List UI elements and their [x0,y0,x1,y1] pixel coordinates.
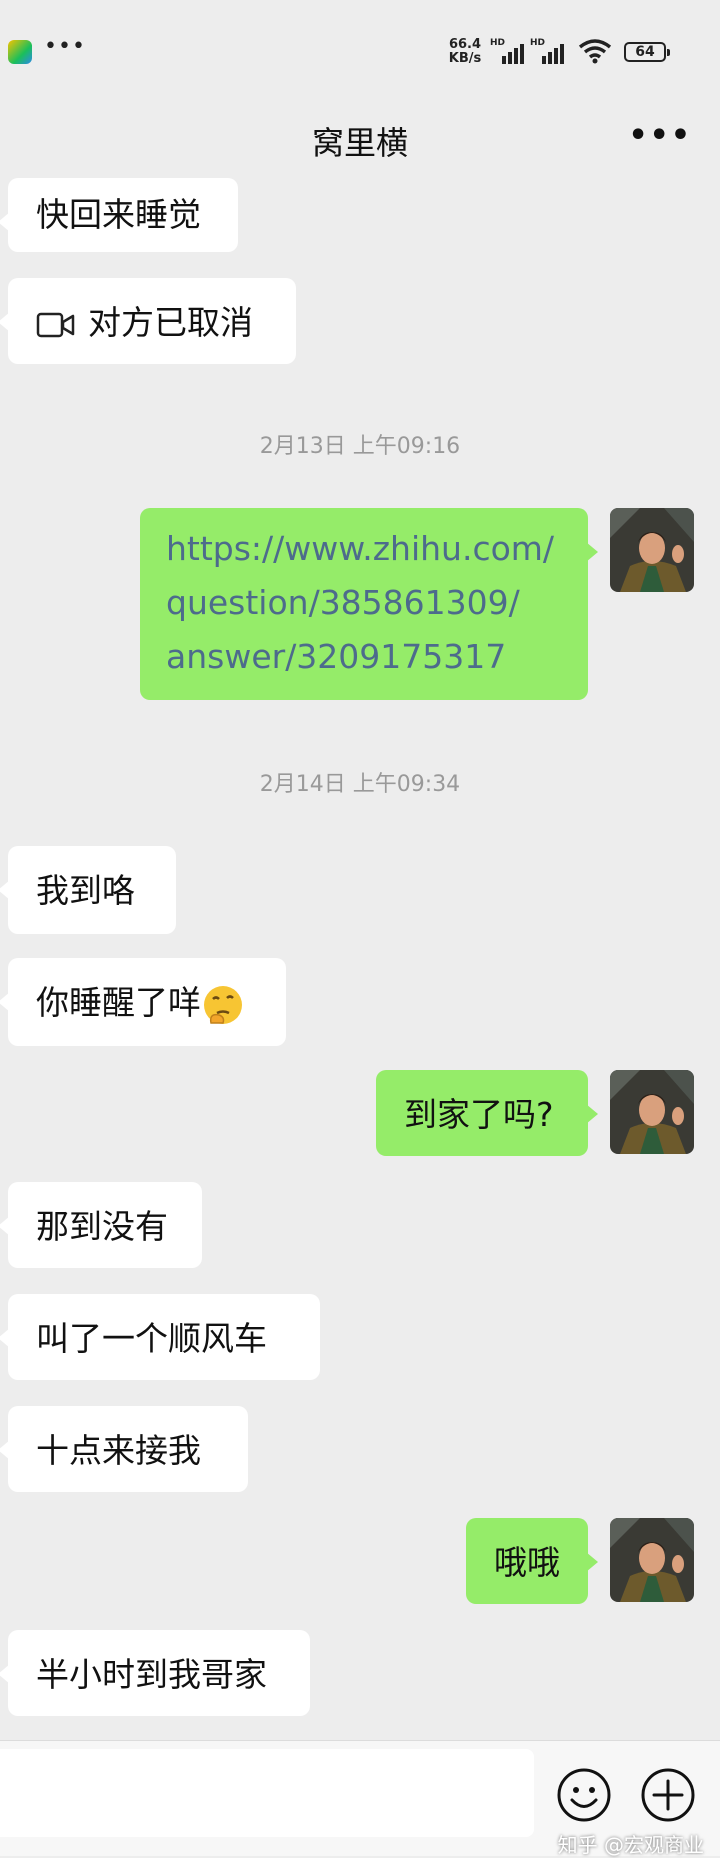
more-options-icon[interactable]: ••• [628,118,692,153]
message-bubble-incoming[interactable]: 半小时到我哥家 [0,1630,310,1716]
message-text: 到家了吗? [404,1095,554,1134]
message-bubble-outgoing-link[interactable]: https://www.zhihu.com/ question/38586130… [140,508,598,700]
message-text: 哦哦 [494,1543,560,1582]
overflow-notifications-icon: ••• [44,34,86,59]
message-bubble-incoming[interactable]: 你睡醒了咩 [0,958,286,1046]
avatar[interactable] [610,1070,694,1154]
app-notification-icon [8,40,32,64]
message-bubble-incoming[interactable]: 快回来睡觉 [0,178,238,252]
thinking-face-emoji-icon [204,985,242,1024]
avatar-image [610,1518,694,1602]
message-input[interactable] [0,1749,534,1837]
cell-signal-icon-2: HD [530,38,570,64]
hd-label-2: HD [530,38,546,48]
message-text: 快回来睡觉 [36,195,201,234]
watermark: 知乎 @宏观商业 [557,1833,704,1857]
status-bar: ••• 66.4 KB/s HD HD 64 [0,0,720,100]
message-text: 叫了一个顺风车 [36,1319,267,1358]
message-text: 你睡醒了咩 [36,983,201,1022]
message-bubble-incoming[interactable]: 那到没有 [0,1182,202,1268]
message-text: 我到咯 [36,871,135,910]
message-bubble-incoming[interactable]: 十点来接我 [0,1406,248,1492]
chat-header: 窝里横 ••• [0,100,720,172]
message-bubble-incoming[interactable]: 我到咯 [0,846,176,934]
plus-circle-icon[interactable] [640,1767,696,1823]
link-text[interactable]: https://www.zhihu.com/ question/38586130… [166,529,554,676]
message-bubble-outgoing[interactable]: 哦哦 [466,1518,598,1604]
timestamp: 2月14日 上午09:34 [259,772,461,797]
battery-icon: 64 [624,42,670,62]
network-speed-value: 66.4 [448,37,482,52]
avatar[interactable] [610,1518,694,1602]
network-speed: 66.4 KB/s [442,38,488,66]
cell-signal-icon: HD [490,38,530,64]
avatar[interactable] [610,508,694,592]
wifi-icon [578,39,612,64]
video-call-icon [36,312,75,337]
hd-label: HD [490,38,506,48]
chat-title: 窝里横 [311,124,408,162]
avatar-image [610,508,694,592]
message-text: 半小时到我哥家 [36,1655,267,1694]
message-text: 那到没有 [36,1207,168,1246]
smiley-icon[interactable] [556,1767,612,1823]
message-bubble-incoming[interactable]: 对方已取消 [0,278,296,364]
input-bar: 知乎 @宏观商业 [0,1740,720,1857]
message-bubble-incoming[interactable]: 叫了一个顺风车 [0,1294,320,1380]
avatar-image [610,1070,694,1154]
network-speed-unit: KB/s [448,51,482,66]
timestamp: 2月13日 上午09:16 [259,434,461,459]
message-bubble-outgoing[interactable]: 到家了吗? [376,1070,598,1156]
message-text: 对方已取消 [88,303,253,342]
message-text: 十点来接我 [36,1431,201,1470]
